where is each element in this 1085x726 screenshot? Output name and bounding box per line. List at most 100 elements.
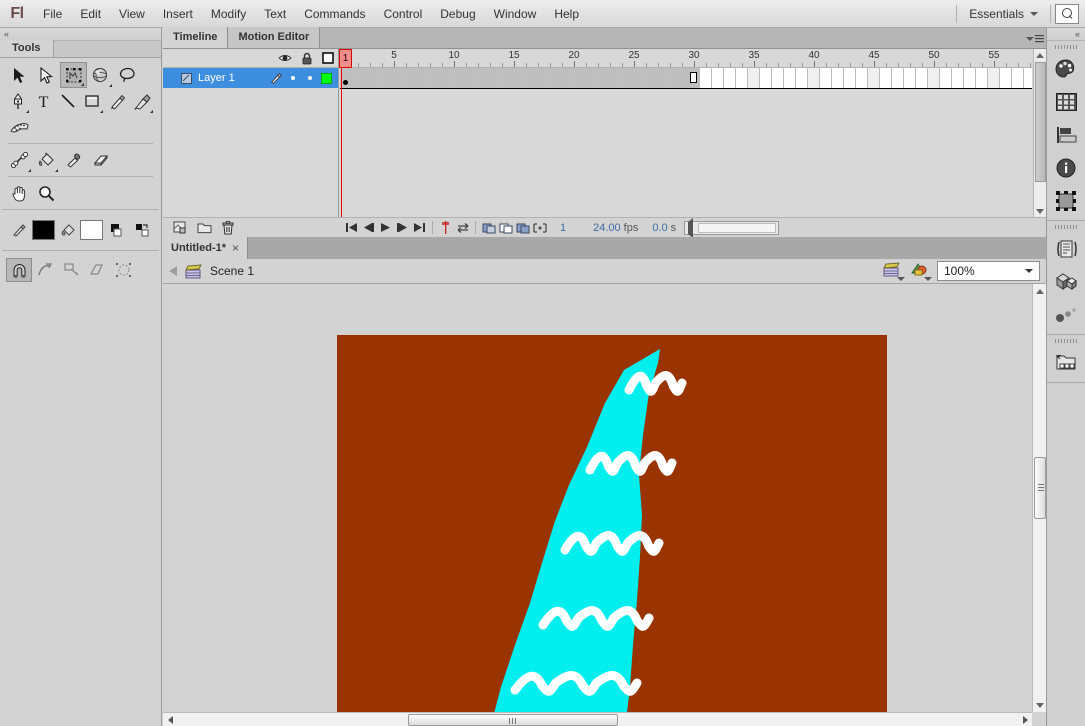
frame-cell[interactable] <box>904 68 916 88</box>
frame-cell[interactable] <box>724 68 736 88</box>
layer-visibility-toggle[interactable] <box>284 76 301 80</box>
frame-cell[interactable] <box>376 68 388 88</box>
center-frame-button[interactable] <box>437 219 454 237</box>
tab-tools[interactable]: Tools <box>0 40 54 57</box>
swap-colors-button[interactable] <box>129 217 155 243</box>
frame-cell[interactable] <box>484 68 496 88</box>
snap-to-objects-option[interactable] <box>6 258 32 282</box>
step-back-one-frame-button[interactable] <box>360 219 377 237</box>
scroll-down-arrow[interactable] <box>1033 698 1046 712</box>
frame-cell[interactable] <box>400 68 412 88</box>
project-panel-button[interactable] <box>1047 346 1085 379</box>
menu-item-control[interactable]: Control <box>375 0 432 28</box>
menu-item-text[interactable]: Text <box>255 0 295 28</box>
menu-item-commands[interactable]: Commands <box>295 0 374 28</box>
menu-item-view[interactable]: View <box>110 0 154 28</box>
frame-cell[interactable] <box>640 68 652 88</box>
scroll-up-arrow[interactable] <box>1034 49 1046 61</box>
stroke-color-swatch[interactable] <box>31 220 55 240</box>
slider-track[interactable] <box>698 222 777 233</box>
hand-tool[interactable] <box>6 180 33 206</box>
align-panel-button[interactable] <box>1047 118 1085 151</box>
frame-cell[interactable] <box>868 68 880 88</box>
edit-symbols-button[interactable] <box>910 261 932 281</box>
frame-cell[interactable] <box>784 68 796 88</box>
scroll-up-arrow[interactable] <box>1033 284 1046 298</box>
frame-cell[interactable] <box>628 68 640 88</box>
menu-item-help[interactable]: Help <box>545 0 588 28</box>
paint-bucket-tool[interactable] <box>33 147 60 173</box>
frame-cell[interactable] <box>580 68 592 88</box>
frame-cell[interactable] <box>412 68 424 88</box>
frame-cell[interactable] <box>916 68 928 88</box>
frame-cell[interactable] <box>892 68 904 88</box>
frame-cell[interactable] <box>520 68 532 88</box>
frame-cell[interactable] <box>592 68 604 88</box>
tab-timeline[interactable]: Timeline <box>163 27 229 48</box>
frame-cell[interactable] <box>844 68 856 88</box>
frame-cell[interactable] <box>388 68 400 88</box>
modify-onion-markers-button[interactable] <box>531 219 548 237</box>
frame-cell[interactable] <box>544 68 556 88</box>
frame-cell[interactable] <box>760 68 772 88</box>
drag-handle[interactable] <box>1047 221 1085 232</box>
menu-item-window[interactable]: Window <box>485 0 546 28</box>
workspace-switcher[interactable]: Essentials <box>961 3 1046 25</box>
go-to-last-frame-button[interactable] <box>411 219 428 237</box>
frame-cell[interactable] <box>940 68 952 88</box>
zoom-out-arrow[interactable] <box>685 217 696 238</box>
layer-outline-color-swatch[interactable] <box>318 72 335 84</box>
dock-collapse-button[interactable]: « <box>1047 28 1085 41</box>
color-panel-button[interactable] <box>1047 52 1085 85</box>
frame-cell[interactable] <box>748 68 760 88</box>
new-folder-button[interactable] <box>196 220 212 236</box>
go-to-first-frame-button[interactable] <box>343 219 360 237</box>
scroll-down-arrow[interactable] <box>1034 205 1046 217</box>
frame-cell[interactable] <box>448 68 460 88</box>
eraser-tool[interactable] <box>87 147 114 173</box>
loop-playback-button[interactable] <box>454 219 471 237</box>
scale-option[interactable] <box>84 258 110 282</box>
eyedropper-tool[interactable] <box>60 147 87 173</box>
frame-cell[interactable] <box>568 68 580 88</box>
keyframe-marker[interactable] <box>343 80 348 85</box>
drag-handle[interactable] <box>1047 41 1085 52</box>
scroll-right-arrow[interactable] <box>1018 713 1032 726</box>
rectangle-tool[interactable] <box>80 88 105 114</box>
frame-cell[interactable] <box>616 68 628 88</box>
library-panel-button[interactable] <box>1047 265 1085 298</box>
frame-cell[interactable] <box>1024 68 1032 88</box>
text-tool[interactable]: T <box>31 88 56 114</box>
menu-item-debug[interactable]: Debug <box>431 0 484 28</box>
free-transform-tool[interactable] <box>60 62 87 88</box>
code-snippets-panel-button[interactable] <box>1047 232 1085 265</box>
timeline-zoom-slider[interactable] <box>684 217 780 238</box>
frame-cell[interactable] <box>496 68 508 88</box>
timeline-vertical-scrollbar[interactable] <box>1033 49 1046 217</box>
line-tool[interactable] <box>56 88 81 114</box>
3d-rotation-tool[interactable] <box>87 62 114 88</box>
bone-tool[interactable] <box>6 147 33 173</box>
brush-tool[interactable] <box>130 88 155 114</box>
subselection-tool[interactable] <box>33 62 60 88</box>
frame-cell[interactable] <box>1012 68 1024 88</box>
black-and-white-button[interactable] <box>103 217 129 243</box>
frame-cell[interactable] <box>424 68 436 88</box>
new-layer-button[interactable] <box>172 220 188 236</box>
frames-strip[interactable] <box>340 68 1032 88</box>
document-tab[interactable]: Untitled-1* × <box>163 237 249 259</box>
frame-cell[interactable] <box>928 68 940 88</box>
zoom-level-select[interactable]: 100% <box>937 261 1040 281</box>
onion-skin-outlines-button[interactable] <box>497 219 514 237</box>
stage[interactable] <box>337 335 887 726</box>
frame-cell[interactable] <box>820 68 832 88</box>
scrollbar-thumb[interactable] <box>1035 62 1046 182</box>
straighten-option[interactable] <box>58 258 84 282</box>
timeline-panel-menu-button[interactable] <box>1026 31 1044 46</box>
layer-lock-toggle[interactable] <box>301 76 318 80</box>
onion-skin-button[interactable] <box>480 219 497 237</box>
frame-cell[interactable] <box>364 68 376 88</box>
frame-cell[interactable] <box>700 68 712 88</box>
deco-tool[interactable] <box>6 114 33 140</box>
scroll-left-arrow[interactable] <box>163 713 177 726</box>
